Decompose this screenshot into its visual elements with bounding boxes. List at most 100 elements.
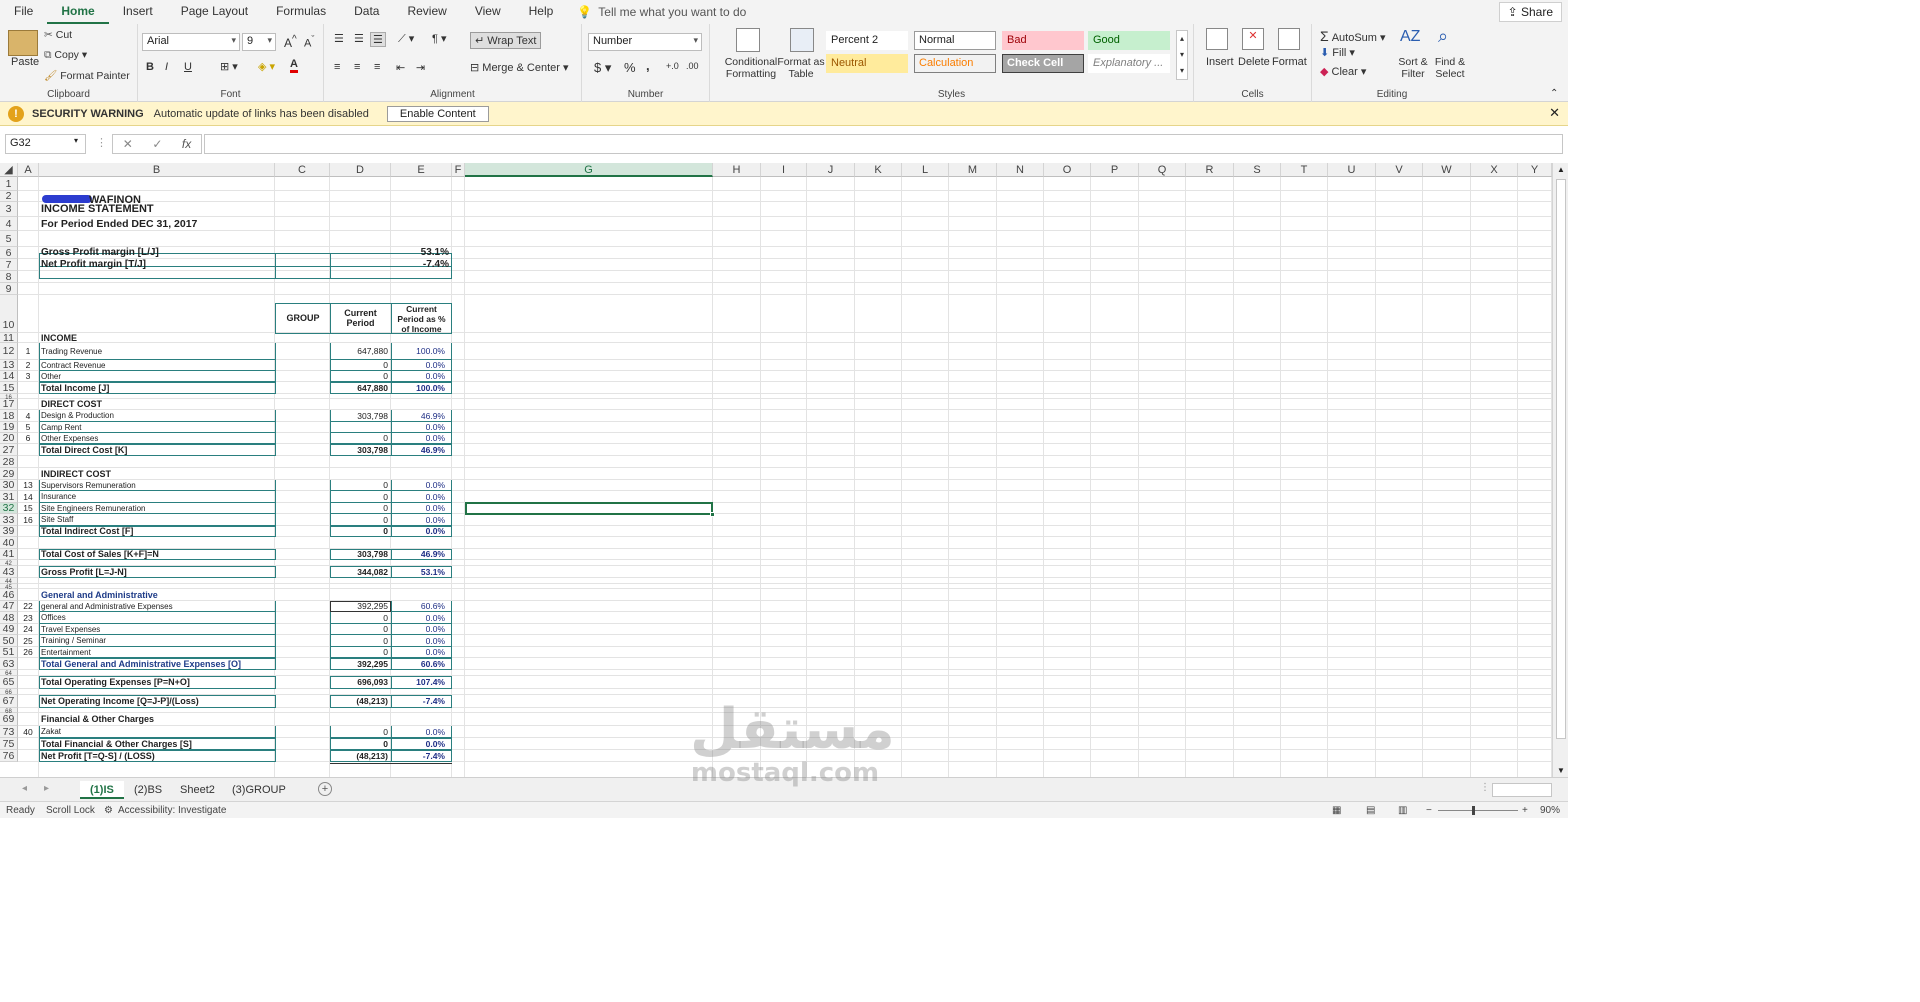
column-header-P[interactable]: P xyxy=(1091,163,1139,177)
tab-review[interactable]: Review xyxy=(393,0,460,24)
increase-decimal-icon[interactable]: +.0 xyxy=(666,61,679,71)
text-direction-icon[interactable]: ¶ ▾ xyxy=(432,32,447,45)
zoom-level[interactable]: 90% xyxy=(1540,805,1560,816)
format-as-table-icon[interactable] xyxy=(790,28,814,52)
fill-handle[interactable] xyxy=(710,512,715,517)
cancel-icon[interactable]: ✕ xyxy=(123,137,133,151)
tab-next-icon[interactable]: ▸ xyxy=(44,783,49,794)
zoom-thumb[interactable] xyxy=(1472,806,1475,815)
fill-button[interactable]: ⬇ Fill ▾ xyxy=(1320,46,1355,59)
cell-style-neutral[interactable]: Neutral xyxy=(826,54,908,73)
currency-button[interactable]: $ ▾ xyxy=(594,60,611,76)
row-header-3[interactable]: 3 xyxy=(0,202,18,217)
italic-button[interactable]: I xyxy=(165,61,168,73)
search-icon[interactable]: ⌕ xyxy=(1438,26,1448,47)
align-right-icon[interactable]: ≡ xyxy=(374,61,380,73)
bold-button[interactable]: B xyxy=(146,61,154,73)
percent-button[interactable]: % xyxy=(624,60,636,75)
row-header-63[interactable]: 63 xyxy=(0,658,18,670)
close-icon[interactable]: ✕ xyxy=(1549,105,1560,121)
insert-button[interactable]: Insert xyxy=(1206,56,1234,68)
row-header-6[interactable]: 6 xyxy=(0,247,18,259)
number-format-select[interactable]: Number xyxy=(588,33,702,51)
row-header-65[interactable]: 65 xyxy=(0,676,18,689)
selected-cell-G32[interactable] xyxy=(465,502,713,515)
sheet-tab-0[interactable]: (1)IS xyxy=(80,781,124,799)
borders-icon[interactable]: ⊞ ▾ xyxy=(220,60,238,73)
sheet-tab-3[interactable]: (3)GROUP xyxy=(222,781,296,799)
column-header-V[interactable]: V xyxy=(1376,163,1423,177)
add-sheet-icon[interactable]: + xyxy=(318,782,332,796)
find-select-button[interactable]: Find & Select xyxy=(1430,56,1470,80)
delete-button[interactable]: Delete xyxy=(1238,56,1270,68)
column-header-H[interactable]: H xyxy=(713,163,761,177)
cell-style-bad[interactable]: Bad xyxy=(1002,31,1084,50)
row-header-67[interactable]: 67 xyxy=(0,695,18,708)
row-header-7[interactable]: 7 xyxy=(0,259,18,271)
check-icon[interactable]: ✓ xyxy=(152,137,162,151)
insert-function-button[interactable]: fx xyxy=(182,137,191,151)
column-header-I[interactable]: I xyxy=(761,163,807,177)
paste-button[interactable]: Paste xyxy=(11,56,39,68)
column-header-S[interactable]: S xyxy=(1234,163,1281,177)
row-header-2[interactable]: 2 xyxy=(0,191,18,202)
status-accessibility[interactable]: Accessibility: Investigate xyxy=(118,805,226,816)
row-header-12[interactable]: 12 xyxy=(0,343,18,360)
insert-cells-icon[interactable] xyxy=(1206,28,1228,50)
decrease-decimal-icon[interactable]: .00 xyxy=(686,61,699,71)
row-header-15[interactable]: 15 xyxy=(0,382,18,394)
row-header-51[interactable]: 51 xyxy=(0,647,18,658)
row-header-20[interactable]: 20 xyxy=(0,433,18,444)
scroll-down-icon[interactable]: ▼ xyxy=(1557,766,1565,775)
row-header-76[interactable]: 76 xyxy=(0,750,18,762)
column-header-O[interactable]: O xyxy=(1044,163,1091,177)
column-header-L[interactable]: L xyxy=(902,163,949,177)
align-bottom-icon[interactable]: ☰ xyxy=(370,32,386,47)
row-header-8[interactable]: 8 xyxy=(0,271,18,283)
row-header-41[interactable]: 41 xyxy=(0,549,18,560)
format-painter-button[interactable]: 🖌 Format Painter xyxy=(44,69,130,82)
decrease-font-icon[interactable]: Aˇ xyxy=(304,34,314,50)
align-left-icon[interactable]: ≡ xyxy=(334,61,340,73)
merge-center-button[interactable]: ⊟ Merge & Center ▾ xyxy=(470,61,569,74)
row-header-73[interactable]: 73 xyxy=(0,726,18,738)
row-header-11[interactable]: 11 xyxy=(0,333,18,343)
align-top-icon[interactable]: ☰ xyxy=(334,32,344,45)
column-header-N[interactable]: N xyxy=(997,163,1044,177)
column-header-D[interactable]: D xyxy=(330,163,391,177)
wrap-text-button[interactable]: ↵ Wrap Text xyxy=(470,32,542,49)
zoom-in-icon[interactable]: + xyxy=(1522,805,1528,816)
tab-formulas[interactable]: Formulas xyxy=(262,0,340,24)
column-header-C[interactable]: C xyxy=(275,163,330,177)
row-header-32[interactable]: 32 xyxy=(0,503,18,514)
row-header-9[interactable]: 9 xyxy=(0,283,18,295)
cell-style-percent-2[interactable]: Percent 2 xyxy=(826,31,908,50)
row-header-30[interactable]: 30 xyxy=(0,480,18,491)
row-header-1[interactable]: 1 xyxy=(0,177,18,191)
zoom-slider[interactable] xyxy=(1438,810,1518,811)
tab-page-layout[interactable]: Page Layout xyxy=(167,0,262,24)
page-layout-icon[interactable]: ▤ xyxy=(1366,805,1375,816)
conditional-formatting-icon[interactable] xyxy=(736,28,760,52)
column-header-E[interactable]: E xyxy=(391,163,452,177)
cell-style-normal[interactable]: Normal xyxy=(914,31,996,50)
column-header-Y[interactable]: Y xyxy=(1518,163,1552,177)
align-center-icon[interactable]: ≡ xyxy=(354,61,360,73)
tab-split-icon[interactable]: ⋮ xyxy=(1480,782,1490,793)
column-header-B[interactable]: B xyxy=(39,163,275,177)
fill-color-icon[interactable]: ◈ ▾ xyxy=(258,60,275,73)
column-header-Q[interactable]: Q xyxy=(1139,163,1186,177)
tab-home[interactable]: Home xyxy=(47,0,109,24)
tab-help[interactable]: Help xyxy=(515,0,568,24)
tab-prev-icon[interactable]: ◂ xyxy=(22,783,27,794)
font-size-select[interactable]: 9 xyxy=(242,33,276,51)
sort-filter-icon[interactable]: AZ xyxy=(1400,28,1420,46)
format-as-table-button[interactable]: Format as Table xyxy=(776,56,826,80)
sheet-tab-1[interactable]: (2)BS xyxy=(124,781,172,799)
row-header-5[interactable]: 5 xyxy=(0,231,18,247)
row-header-10[interactable]: 10 xyxy=(0,295,18,333)
enable-content-button[interactable]: Enable Content xyxy=(386,105,489,122)
paste-icon[interactable] xyxy=(8,30,38,56)
select-all-corner[interactable]: ◢ xyxy=(0,163,18,177)
sheet-tab-2[interactable]: Sheet2 xyxy=(170,781,225,799)
